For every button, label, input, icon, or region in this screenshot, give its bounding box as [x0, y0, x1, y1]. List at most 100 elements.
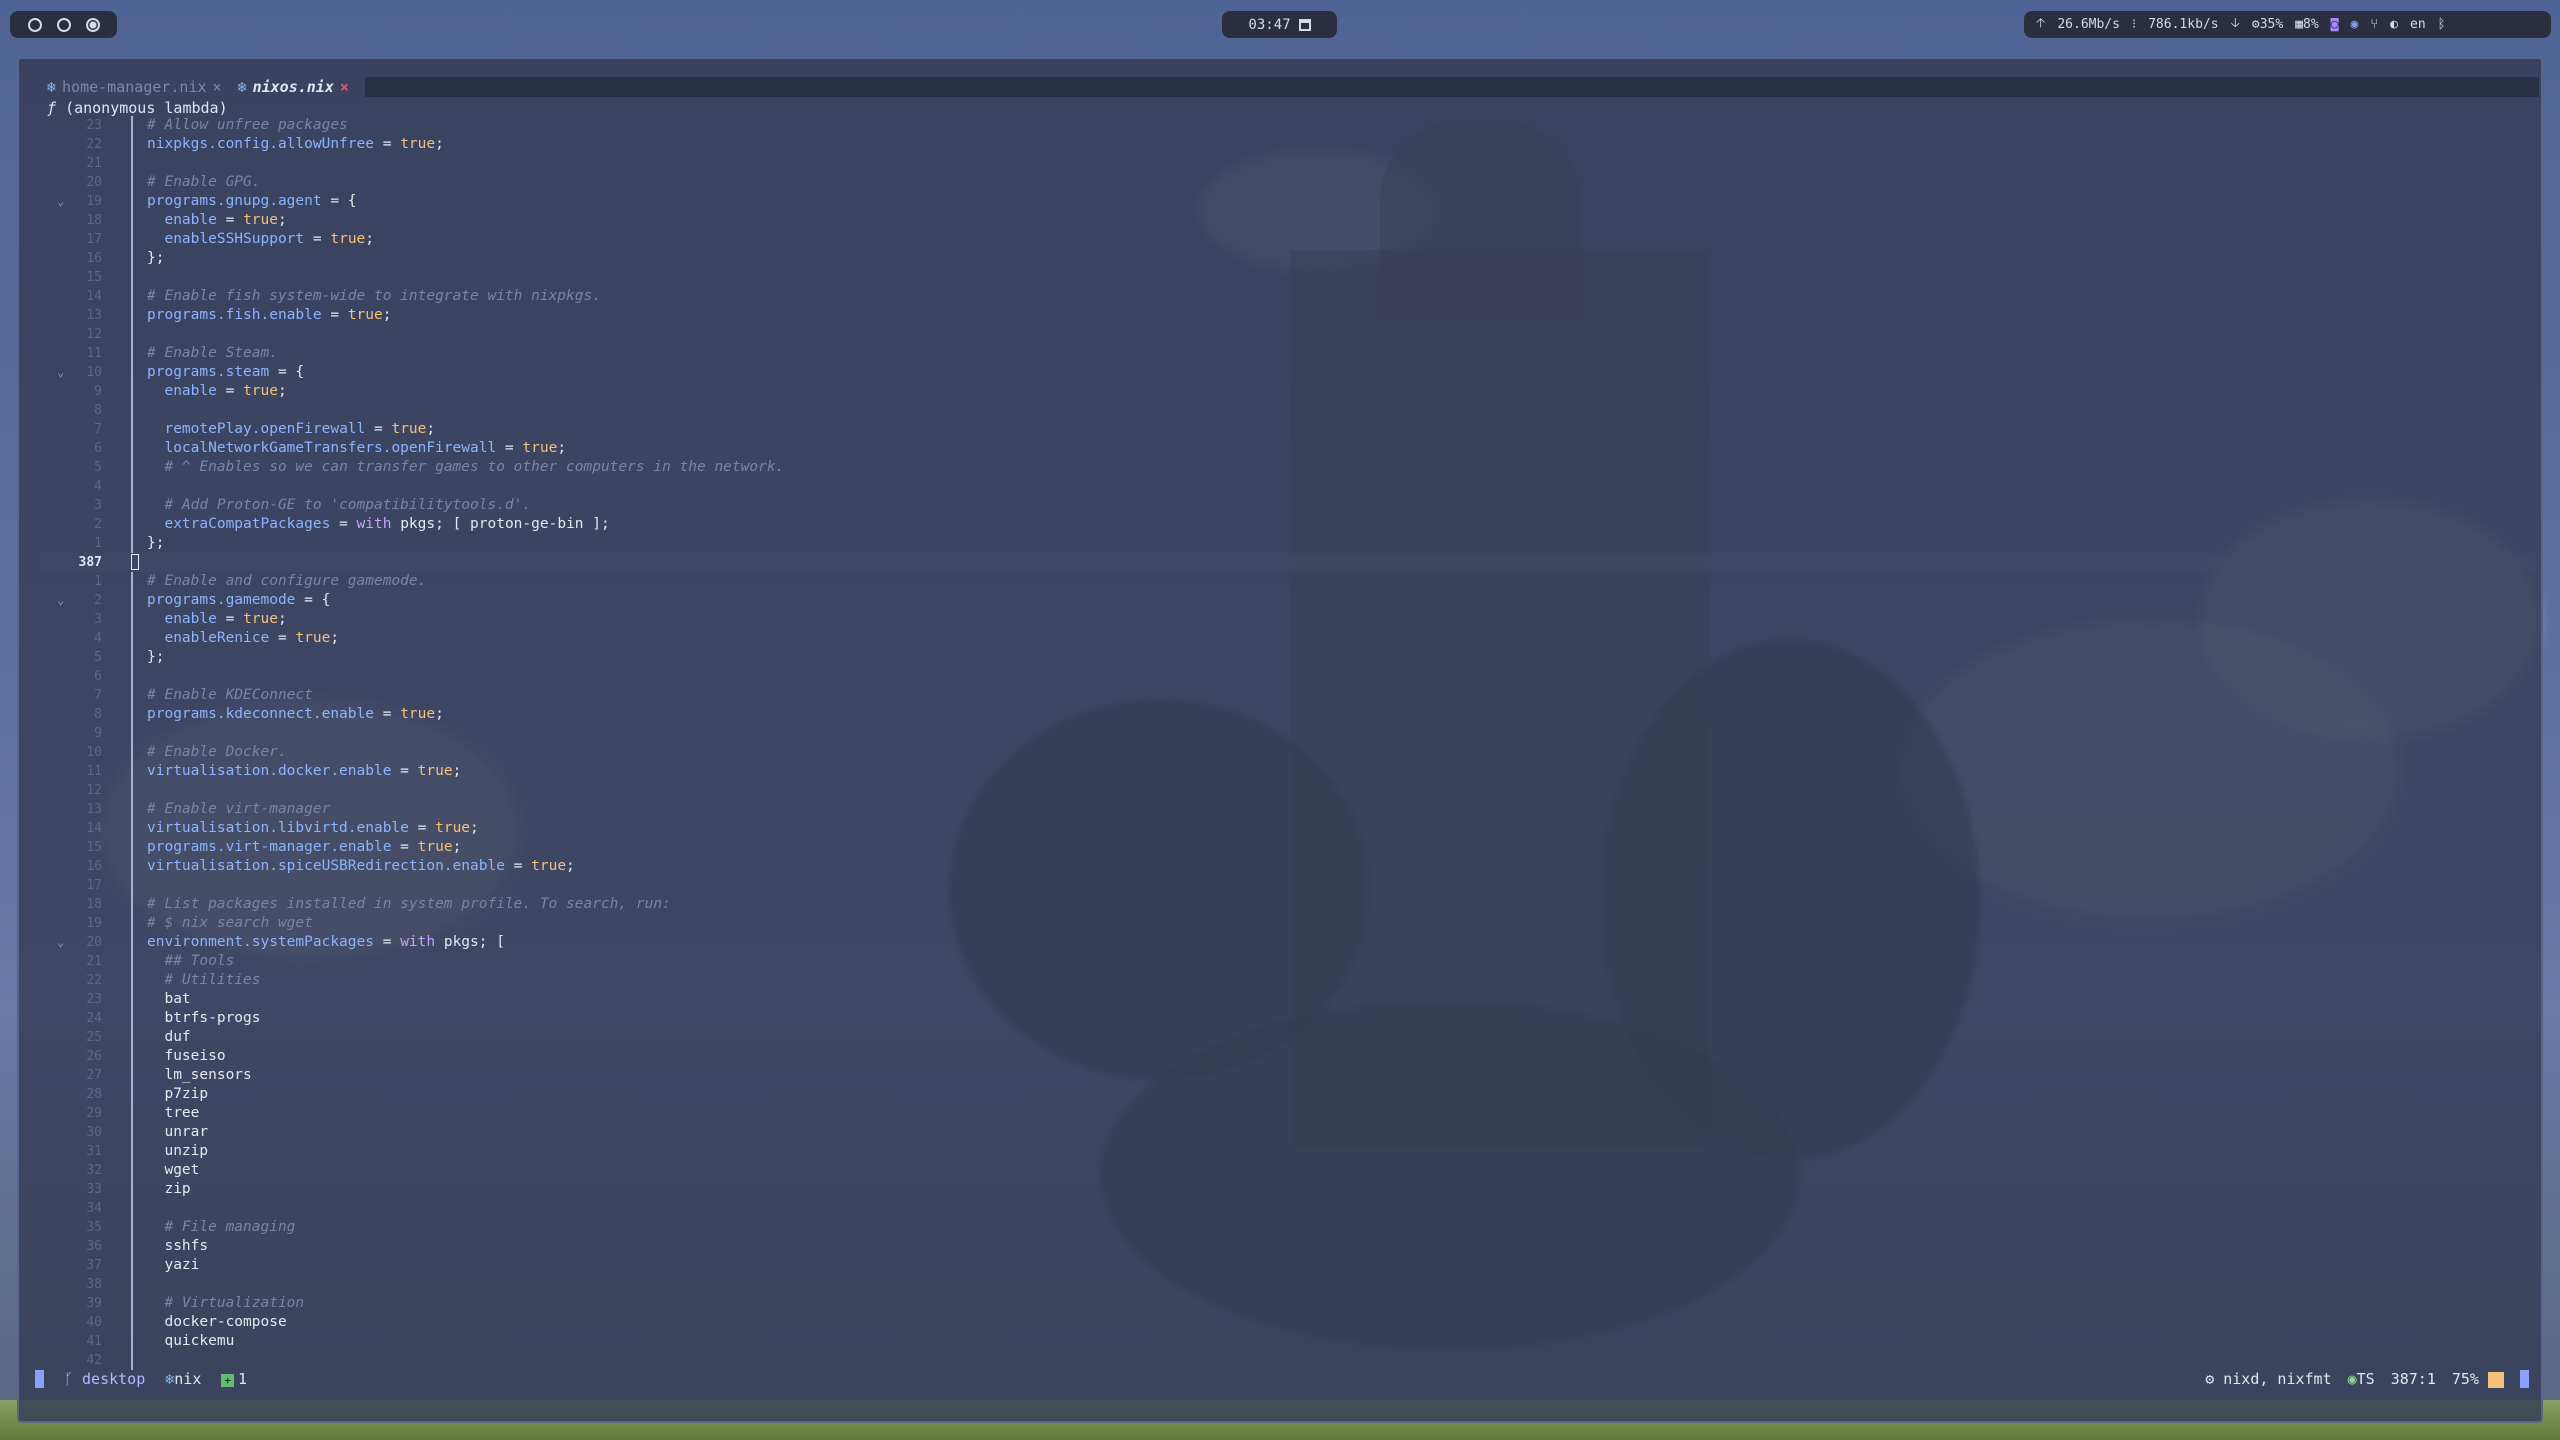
code-line[interactable]: 5 # ^ Enables so we can transfer games t… — [39, 458, 2539, 477]
code-line[interactable]: 38 — [39, 1275, 2539, 1294]
code-line[interactable]: 23 bat — [39, 990, 2539, 1009]
code-line[interactable]: 11 virtualisation.docker.enable = true; — [39, 762, 2539, 781]
steam-tray-icon[interactable]: ◐ — [2390, 17, 2398, 32]
code-line[interactable]: 36 sshfs — [39, 1237, 2539, 1256]
line-number: 32 — [86, 1163, 102, 1178]
code-line[interactable]: 5}; — [39, 648, 2539, 667]
keyboard-layout[interactable]: en — [2410, 17, 2426, 32]
code-line[interactable]: 22 # Utilities — [39, 971, 2539, 990]
code-token: = — [373, 934, 401, 950]
network-tray-icon[interactable]: ⑂ — [2370, 17, 2378, 32]
code-line[interactable]: 13 programs.fish.enable = true; — [39, 306, 2539, 325]
clock-widget[interactable]: 03:47 — [1222, 11, 1337, 38]
code-line[interactable]: 6 localNetworkGameTransfers.openFirewall… — [39, 439, 2539, 458]
code-line[interactable]: 18 # List packages installed in system pr… — [39, 895, 2539, 914]
code-line[interactable]: 35 # File managing — [39, 1218, 2539, 1237]
code-line[interactable]: 41 quickemu — [39, 1332, 2539, 1351]
code-line[interactable]: 20 ⌄ environment.systemPackages = with pkg… — [39, 933, 2539, 952]
code-token: true — [243, 212, 278, 228]
code-line[interactable]: 3 enable = true; — [39, 610, 2539, 629]
code-line[interactable]: 12 — [39, 781, 2539, 800]
code-line[interactable]: 387 — [39, 553, 2539, 572]
code-line[interactable]: 9 enable = true; — [39, 382, 2539, 401]
workspace-3-indicator[interactable] — [85, 17, 100, 32]
code-line[interactable]: 4 enableRenice = true; — [39, 629, 2539, 648]
code-line[interactable]: 15 programs.virt-manager.enable = true; — [39, 838, 2539, 857]
code-line[interactable]: 31 unzip — [39, 1142, 2539, 1161]
code-line[interactable]: 26 fuseiso — [39, 1047, 2539, 1066]
code-line[interactable]: 6 — [39, 667, 2539, 686]
line-number: 1 — [94, 536, 102, 551]
tab-home-manager[interactable]: ❄ home-manager.nix × — [39, 77, 230, 97]
line-number: 17 — [86, 232, 102, 247]
code-line[interactable]: 21 ## Tools — [39, 952, 2539, 971]
app-tray-icon[interactable]: ◉ — [2351, 17, 2359, 32]
code-line[interactable]: 25 duf — [39, 1028, 2539, 1047]
code-line[interactable]: 12 — [39, 325, 2539, 344]
close-icon[interactable]: × — [213, 78, 222, 96]
code-line[interactable]: 1 # Enable and configure gamemode. — [39, 572, 2539, 591]
discord-tray-icon[interactable]: ◙ — [2331, 17, 2339, 32]
code-line[interactable]: 40 docker-compose — [39, 1313, 2539, 1332]
code-line[interactable]: 32 wget — [39, 1161, 2539, 1180]
code-line[interactable]: 19 ⌄ programs.gnupg.agent = { — [39, 192, 2539, 211]
code-line[interactable]: 22 nixpkgs.config.allowUnfree = true; — [39, 135, 2539, 154]
code-line[interactable]: 18 enable = true; — [39, 211, 2539, 230]
fold-chevron-icon[interactable]: ⌄ — [57, 591, 64, 610]
code-line[interactable]: 16 virtualisation.spiceUSBRedirection.ena… — [39, 857, 2539, 876]
code-token: virtualisation.docker.enable — [147, 763, 392, 779]
code-line[interactable]: 37 yazi — [39, 1256, 2539, 1275]
code-line[interactable]: 39 # Virtualization — [39, 1294, 2539, 1313]
fold-chevron-icon[interactable]: ⌄ — [57, 933, 64, 952]
close-icon[interactable]: × — [340, 78, 349, 96]
code-line[interactable]: 28 p7zip — [39, 1085, 2539, 1104]
code-line[interactable]: 20 # Enable GPG. — [39, 173, 2539, 192]
code-line[interactable]: 7 # Enable KDEConnect — [39, 686, 2539, 705]
fold-chevron-icon[interactable]: ⌄ — [57, 363, 64, 382]
code-line[interactable]: 29 tree — [39, 1104, 2539, 1123]
code-line[interactable]: 21 — [39, 154, 2539, 173]
code-line[interactable]: 8 — [39, 401, 2539, 420]
fold-chevron-icon[interactable]: ⌄ — [57, 192, 64, 211]
code-line[interactable]: 14 virtualisation.libvirtd.enable = true; — [39, 819, 2539, 838]
code-line[interactable]: 30 unrar — [39, 1123, 2539, 1142]
code-line[interactable]: 4 — [39, 477, 2539, 496]
code-line[interactable]: 10 ⌄ programs.steam = { — [39, 363, 2539, 382]
bluetooth-icon[interactable]: ᛒ — [2438, 17, 2446, 32]
code-line[interactable]: 7 remotePlay.openFirewall = true; — [39, 420, 2539, 439]
code-line[interactable]: 34 — [39, 1199, 2539, 1218]
code-token: # Enable GPG. — [147, 174, 261, 190]
code-line[interactable]: 10 # Enable Docker. — [39, 743, 2539, 762]
code-line[interactable]: 8 programs.kdeconnect.enable = true; — [39, 705, 2539, 724]
code-line[interactable]: 24 btrfs-progs — [39, 1009, 2539, 1028]
code-token: bat — [147, 991, 191, 1007]
workspace-2-indicator[interactable] — [56, 17, 71, 32]
code-line[interactable]: 1}; — [39, 534, 2539, 553]
code-line[interactable]: 33 zip — [39, 1180, 2539, 1199]
code-line[interactable]: 16}; — [39, 249, 2539, 268]
code-token: }; — [147, 250, 165, 266]
tab-nixos[interactable]: ❄ nixos.nix × — [230, 77, 357, 97]
diagnostics[interactable]: +1 — [221, 1370, 247, 1388]
code-line[interactable]: 17 — [39, 876, 2539, 895]
mem-value: 8% — [2303, 17, 2319, 32]
code-line[interactable]: 11 # Enable Steam. — [39, 344, 2539, 363]
indent-guide — [131, 249, 133, 268]
code-line[interactable]: 17 enableSSHSupport = true; — [39, 230, 2539, 249]
line-number: 18 — [86, 213, 102, 228]
code-line[interactable]: 2 extraCompatPackages = with pkgs; [ pro… — [39, 515, 2539, 534]
code-line[interactable]: 14 # Enable fish system-wide to integrate… — [39, 287, 2539, 306]
code-area[interactable]: 23 # Allow unfree packages 22 nixpkgs.confi… — [39, 116, 2539, 1370]
code-line[interactable]: 27 lm_sensors — [39, 1066, 2539, 1085]
code-line[interactable]: 19 # $ nix search wget — [39, 914, 2539, 933]
line-text: # Enable KDEConnect — [147, 686, 313, 705]
code-line[interactable]: 13 # Enable virt-manager — [39, 800, 2539, 819]
workspace-1-indicator[interactable] — [27, 17, 42, 32]
code-line[interactable]: 3 # Add Proton-GE to 'compatibilitytools… — [39, 496, 2539, 515]
code-line[interactable]: 23 # Allow unfree packages — [39, 116, 2539, 135]
code-token: btrfs-progs — [147, 1010, 261, 1026]
code-line[interactable]: 9 — [39, 724, 2539, 743]
code-line[interactable]: 2 ⌄ programs.gamemode = { — [39, 591, 2539, 610]
line-text: duf — [147, 1028, 190, 1047]
code-line[interactable]: 15 — [39, 268, 2539, 287]
